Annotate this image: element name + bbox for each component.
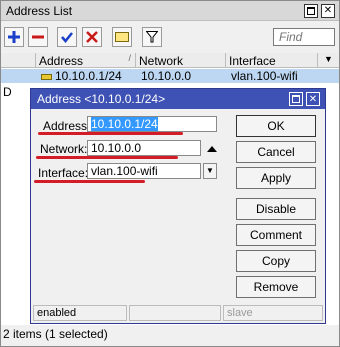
window-title-bar[interactable]: Address List ✕ (1, 1, 339, 21)
row-address: 10.10.0.1/24 (55, 69, 122, 83)
address-field[interactable]: 10.10.0.1/24 (87, 116, 217, 132)
dialog-maximize-button[interactable] (289, 92, 303, 106)
note-icon (115, 32, 129, 42)
column-header-interface[interactable]: Interface (226, 53, 318, 68)
status-bar-text: 2 items (1 selected) (3, 327, 108, 341)
checkmark-icon (61, 32, 73, 43)
plus-icon (8, 31, 20, 43)
close-button[interactable]: ✕ (321, 4, 335, 18)
copy-button[interactable]: Copy (236, 250, 316, 272)
dialog-status-slave: slave (223, 305, 323, 321)
table-row[interactable]: 10.10.0.1/24 10.10.0.0 vlan.100-wifi (1, 69, 339, 83)
address-dialog: Address <10.10.0.1/24> ✕ Address: 10.10.… (30, 88, 326, 324)
add-button[interactable] (4, 27, 24, 47)
dialog-close-button[interactable]: ✕ (306, 92, 320, 106)
disable-button[interactable]: Disable (236, 198, 316, 220)
comment-button[interactable] (112, 27, 132, 47)
annotation-underline (36, 156, 178, 159)
dialog-title: Address <10.10.0.1/24> (37, 92, 166, 106)
window-title: Address List (6, 4, 73, 18)
row-network: 10.10.0.0 (141, 69, 192, 83)
column-header-network[interactable]: Network (136, 53, 226, 68)
close-icon: ✕ (308, 93, 318, 105)
chevron-down-icon: ▼ (324, 54, 333, 64)
network-label: Network: (40, 142, 88, 156)
apply-button[interactable]: Apply (236, 167, 316, 189)
enable-button[interactable] (57, 27, 77, 47)
column-header-address[interactable]: Address / (36, 53, 136, 68)
annotation-underline (34, 180, 145, 183)
find-input[interactable] (273, 28, 335, 46)
remove-button[interactable]: Remove (236, 276, 316, 298)
dialog-status-middle (129, 305, 221, 321)
remove-button[interactable] (28, 27, 48, 47)
close-icon: ✕ (323, 5, 333, 16)
maximize-icon (307, 7, 315, 15)
chevron-down-icon: ▼ (206, 166, 214, 175)
maximize-icon (292, 95, 300, 103)
interface-label: Interface: (38, 166, 89, 180)
interface-dropdown-button[interactable]: ▼ (203, 163, 217, 179)
address-label: Address: (43, 119, 91, 133)
x-mark-icon (86, 31, 98, 43)
row-interface: vlan.100-wifi (231, 69, 298, 83)
dialog-title-bar[interactable]: Address <10.10.0.1/24> ✕ (31, 89, 325, 109)
cancel-button[interactable]: Cancel (236, 141, 316, 163)
sort-indicator-icon: / (128, 53, 131, 63)
table-row-flag[interactable]: D (3, 85, 12, 99)
table-header: Address / Network Interface ▼ (1, 53, 339, 68)
comment-button[interactable]: Comment (236, 224, 316, 246)
column-header-flags[interactable] (1, 53, 36, 68)
annotation-underline (38, 132, 183, 135)
filter-button[interactable] (142, 27, 162, 47)
ok-button[interactable]: OK (236, 115, 316, 137)
network-field[interactable]: 10.10.0.0 (87, 140, 201, 156)
address-icon (41, 73, 52, 80)
disable-button[interactable] (82, 27, 102, 47)
dialog-status-state: enabled (33, 305, 127, 321)
toolbar (1, 22, 339, 52)
interface-select[interactable]: vlan.100-wifi (87, 163, 201, 179)
column-menu-dropdown[interactable]: ▼ (320, 54, 337, 67)
collapse-up-icon[interactable] (207, 146, 217, 152)
filter-icon (146, 31, 158, 43)
maximize-button[interactable] (304, 4, 318, 18)
minus-icon (32, 35, 44, 39)
